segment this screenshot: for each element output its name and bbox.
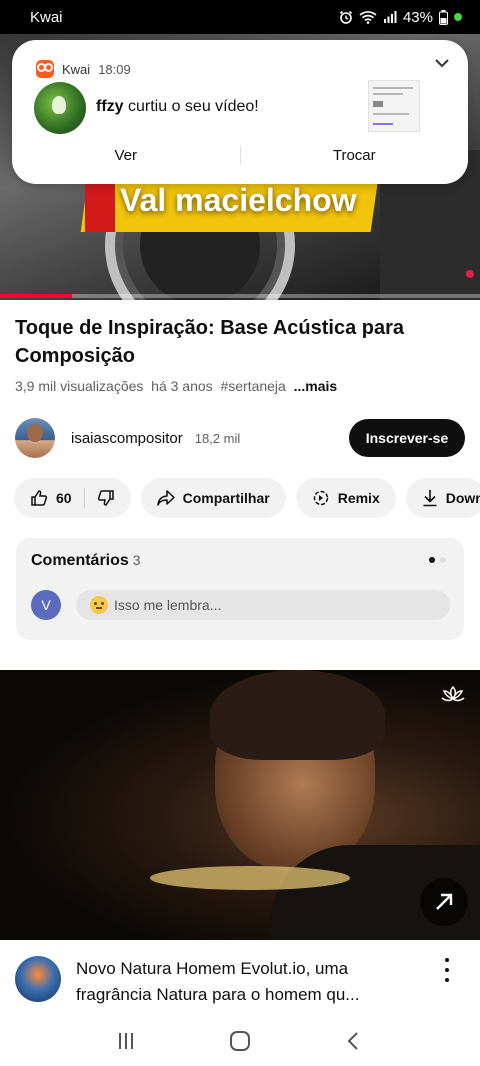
video-age: há 3 anos: [151, 378, 213, 394]
video-overlay-text: Val macielchow: [120, 182, 357, 218]
notification-dot-icon: [454, 13, 462, 21]
next-video-thumbnail[interactable]: [0, 670, 480, 940]
back-icon[interactable]: [344, 1031, 364, 1051]
channel-name[interactable]: isaiascompositor: [71, 430, 183, 447]
comments-title: Comentários: [31, 552, 129, 569]
download-label: Down: [445, 490, 480, 506]
more-link[interactable]: ...mais: [294, 378, 338, 394]
remix-icon: [313, 490, 328, 506]
channel-row: isaiascompositor 18,2 mil Inscrever-se: [15, 418, 465, 458]
signal-icon: [383, 11, 397, 23]
thumbs-down-icon[interactable]: [97, 489, 115, 507]
more-options-icon[interactable]: [437, 958, 457, 982]
comment-count: 3: [132, 552, 141, 568]
remix-button[interactable]: Remix: [295, 478, 396, 518]
download-icon: [423, 490, 437, 507]
pager-dot: [440, 557, 446, 563]
notification-message: ffzy curtiu o seu vídeo!: [96, 98, 259, 116]
battery-icon: [439, 9, 448, 25]
video-title[interactable]: Toque de Inspiração: Base Acústica para …: [15, 314, 465, 370]
notification-switch-button[interactable]: Trocar: [241, 147, 469, 164]
alarm-icon: [339, 10, 353, 24]
progress-bar[interactable]: [0, 294, 480, 298]
share-icon: [156, 490, 175, 506]
action-bar: 60 Compartilhar Remix Down: [14, 478, 480, 518]
comment-placeholder: Isso me lembra...: [114, 597, 222, 613]
download-button[interactable]: Down: [405, 478, 480, 518]
lotus-badge-icon: [441, 685, 465, 702]
like-count[interactable]: 60: [56, 490, 72, 506]
subscribe-button[interactable]: Inscrever-se: [349, 419, 465, 457]
thinking-emoji-icon: [90, 596, 108, 614]
notification-time: 18:09: [98, 61, 131, 77]
wifi-icon: [359, 11, 377, 24]
share-button[interactable]: Compartilhar: [140, 478, 286, 518]
comments-heading: Comentários 3: [31, 552, 141, 570]
share-label: Compartilhar: [182, 490, 270, 506]
divider: [83, 488, 85, 508]
kwai-app-icon: [36, 60, 54, 78]
notification-actions: Ver Trocar: [12, 140, 468, 170]
notification-header: Kwai 18:09: [36, 60, 131, 78]
battery-percent: 43%: [402, 8, 433, 26]
comment-input[interactable]: Isso me lembra...: [76, 590, 450, 620]
notification-avatar: [34, 82, 86, 134]
home-icon[interactable]: [229, 1030, 251, 1052]
status-app-name: Kwai: [30, 8, 63, 26]
thumbnail-cymbal: [150, 866, 350, 890]
notification-thumbnail: [368, 80, 420, 132]
like-dislike-chip: 60: [14, 478, 131, 518]
next-video-channel-avatar[interactable]: [15, 956, 61, 1002]
open-external-button[interactable]: [420, 878, 468, 926]
chevron-down-icon[interactable]: [434, 58, 450, 68]
channel-avatar[interactable]: [15, 418, 55, 458]
status-icons: 43%: [339, 9, 462, 26]
hashtag[interactable]: #sertaneja: [220, 378, 285, 394]
comments-pager: [429, 557, 446, 563]
user-avatar: V: [31, 590, 61, 620]
notification-app-name: Kwai: [62, 61, 91, 77]
remix-label: Remix: [337, 490, 380, 506]
thumbs-up-icon[interactable]: [30, 489, 48, 507]
notification-card[interactable]: Kwai 18:09 ffzy curtiu o seu vídeo! Ver …: [12, 40, 468, 184]
next-video-title[interactable]: Novo Natura Homem Evolut.io, uma fragrân…: [76, 956, 416, 1008]
progress-fill: [0, 294, 72, 298]
pager-dot-active: [429, 557, 435, 563]
notification-body: curtiu o seu vídeo!: [123, 98, 259, 115]
notification-view-button[interactable]: Ver: [12, 147, 240, 164]
status-bar: Kwai 43%: [0, 0, 480, 34]
view-count: 3,9 mil visualizações: [15, 378, 144, 394]
thumbnail-hair: [210, 670, 385, 760]
next-video-info: Novo Natura Homem Evolut.io, uma fragrân…: [15, 956, 465, 1016]
subscriber-count: 18,2 mil: [194, 430, 241, 446]
live-dot: [466, 270, 474, 278]
comments-panel[interactable]: Comentários 3 V Isso me lembra...: [16, 538, 464, 640]
recent-apps-icon[interactable]: [116, 1031, 136, 1051]
arrow-up-right-icon: [436, 893, 453, 910]
system-nav-bar: [0, 1016, 480, 1066]
notification-user: ffzy: [96, 98, 124, 115]
video-meta[interactable]: 3,9 mil visualizações há 3 anos #sertane…: [15, 378, 337, 394]
